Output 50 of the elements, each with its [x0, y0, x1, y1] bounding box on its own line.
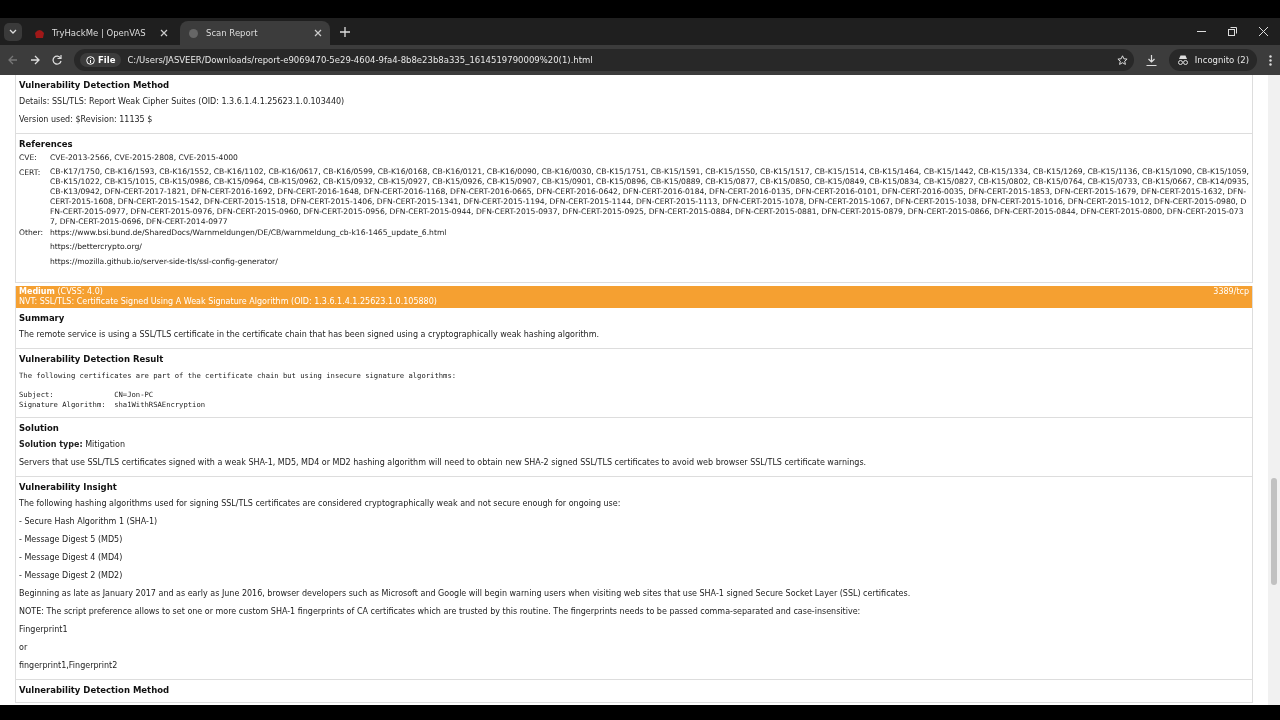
close-icon[interactable]: [314, 29, 322, 37]
site-info-button[interactable]: File: [80, 53, 122, 67]
globe-icon: [188, 27, 199, 39]
download-icon[interactable]: [1145, 54, 1157, 66]
browser-tab[interactable]: Scan Report: [180, 21, 330, 45]
paragraph: or: [19, 642, 29, 654]
paragraph: Solution type: Mitigation: [19, 439, 126, 451]
port-label: 3389/tcp: [1213, 287, 1249, 298]
close-icon[interactable]: [1259, 27, 1268, 36]
close-icon[interactable]: [160, 29, 168, 37]
info-icon: [86, 55, 95, 65]
paragraph: Beginning as late as January 2017 and as early as June 2016, browser developers such as Microsoft and Google will begin warning users when visiting web sites that use SHA-1 signed Secure Socket Layer (SSL) certificates.: [19, 588, 912, 600]
paragraph: Details: SSL/TLS: Report Weak Cipher Suites (OID: 1.3.6.1.4.1.25623.1.0.103440): [19, 96, 346, 108]
site-icon: [34, 27, 45, 39]
severity-label: Medium: [19, 287, 55, 296]
forward-icon[interactable]: [30, 55, 40, 65]
restore-icon[interactable]: [1228, 27, 1237, 36]
browser-tab[interactable]: TryHackMe | OpenVAS: [26, 21, 176, 45]
nvt-title: NVT: SSL/TLS: Certificate Signed Using A Weak Signature Algorithm (OID: 1.3.6.1.4.1.25623.1.0.105880): [19, 297, 438, 307]
paragraph: - Message Digest 4 (MD4): [19, 552, 124, 564]
scrollbar-thumb[interactable]: [1271, 478, 1277, 585]
section-heading: Vulnerability Detection Result: [19, 353, 165, 366]
reload-icon[interactable]: [52, 55, 62, 65]
section-heading: Summary: [19, 312, 66, 325]
paragraph: - Secure Hash Algorithm 1 (SHA-1): [19, 516, 159, 528]
section-heading: Solution: [19, 422, 60, 435]
tab-search-button[interactable]: [4, 22, 22, 41]
incognito-button[interactable]: Incognito (2): [1168, 49, 1257, 71]
url-text: C:/Users/JASVEER/Downloads/report-e9069470-5e29-4604-9fa4-8b8e23b8a335_1614519790009%20(1).html: [127, 55, 594, 65]
paragraph: The remote service is using a SSL/TLS certificate in the certificate chain that has been signed using a cryptographically weak hashing algorithm.: [19, 329, 600, 341]
chevron-icon: [9, 28, 17, 35]
section-heading: References: [19, 138, 74, 151]
plus-icon[interactable]: [340, 26, 350, 37]
more-icon[interactable]: [1269, 54, 1272, 66]
paragraph: - Message Digest 5 (MD5): [19, 534, 124, 546]
cvss-score: (CVSS: 4.0): [57, 287, 103, 296]
paragraph: The following hashing algorithms used for signing SSL/TLS certificates are considered cryptographically weak and not secure enough for ongoing use:: [19, 498, 622, 510]
star-icon[interactable]: [1116, 54, 1128, 66]
incognito-icon: [1176, 55, 1189, 65]
paragraph: fingerprint1,Fingerprint2: [19, 660, 119, 672]
paragraph: Fingerprint1: [19, 624, 69, 636]
back-icon[interactable]: [8, 55, 18, 65]
address-bar[interactable]: File C:/Users/JASVEER/Downloads/report-e9069470-5e29-4604-9fa4-8b8e23b8a335_1614519790009%20(1).html: [74, 49, 1134, 71]
section-heading: Vulnerability Insight: [19, 481, 118, 494]
paragraph: - Message Digest 2 (MD2): [19, 570, 124, 582]
paragraph: Servers that use SSL/TLS certificates signed with a weak SHA-1, MD5, MD4 or MD2 hashing algorithm will need to obtain new SHA-2 signed SSL/TLS certificates to avoid web browser SSL/TLS certificate warnings.: [19, 457, 868, 469]
paragraph: Version used: $Revision: 11135 $: [19, 114, 154, 126]
paragraph: NOTE: The script preference allows to set one or more custom SHA-1 fingerprints of CA certificates which are trusted by this routine. The fingerprints needs to be passed comma-separated and case-insensitive:: [19, 606, 862, 618]
section-heading: Vulnerability Detection Method: [19, 79, 171, 92]
section-heading: Vulnerability Detection Method: [19, 684, 171, 697]
